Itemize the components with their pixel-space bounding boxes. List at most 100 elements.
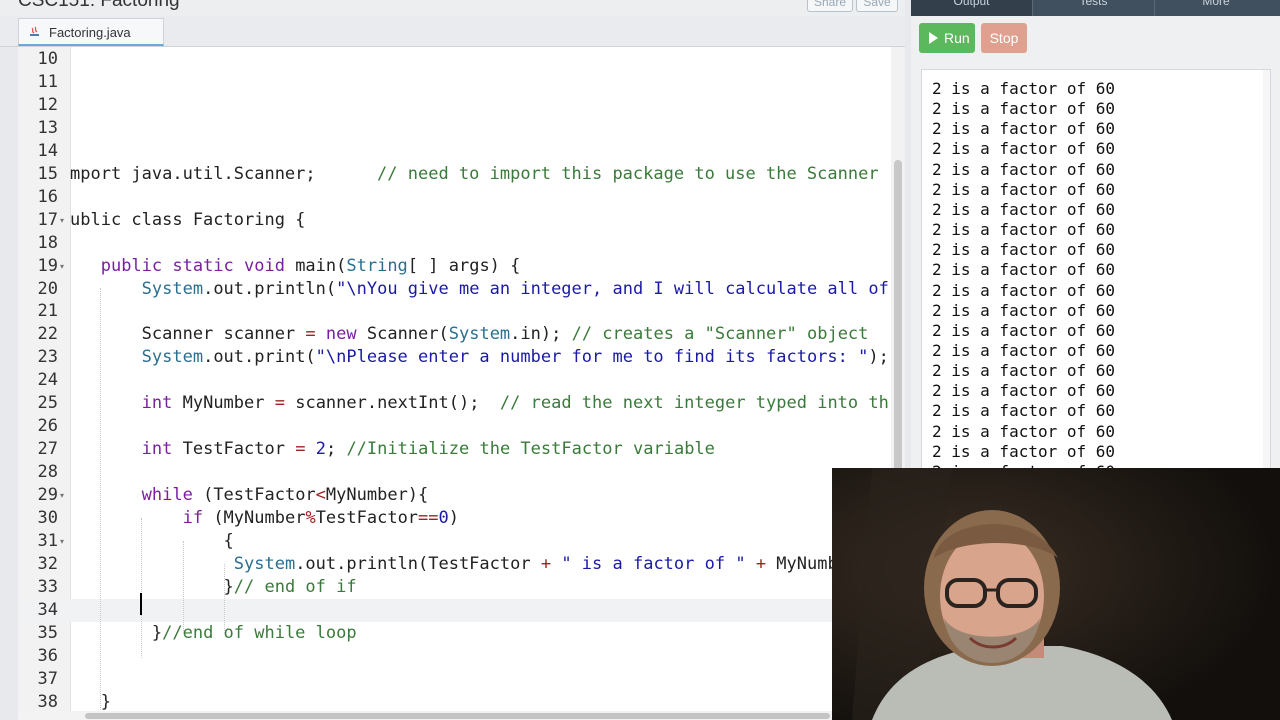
- line-number: 12: [37, 94, 58, 115]
- code-line[interactable]: 22 Scanner scanner = new Scanner(System.…: [18, 323, 891, 346]
- code-token: }: [70, 622, 163, 643]
- code-editor[interactable]: 10 11 12 13 14 15 mport java.util.Scanner; // …: [18, 47, 891, 720]
- vertical-scroll-thumb[interactable]: [894, 160, 902, 490]
- line-number: 15: [37, 163, 58, 184]
- indent-guide: [141, 518, 142, 658]
- code-token: =: [295, 439, 306, 460]
- line-number: 18: [37, 232, 58, 253]
- code-line[interactable]: 24: [18, 369, 891, 392]
- share-button[interactable]: Share: [807, 0, 853, 12]
- code-line[interactable]: 16: [18, 186, 891, 209]
- code-line[interactable]: 10: [18, 48, 891, 71]
- code-line[interactable]: 18: [18, 232, 891, 255]
- code-line[interactable]: 30 if (MyNumber%TestFactor==0): [18, 507, 891, 530]
- code-line[interactable]: 32 System.out.println(TestFactor + " is …: [18, 553, 891, 576]
- tab-output[interactable]: Output: [911, 0, 1033, 16]
- code-token: ;: [325, 439, 347, 460]
- code-line[interactable]: 14: [18, 140, 891, 163]
- code-token: " is a factor of ": [561, 553, 746, 574]
- code-token: (TestFactor: [192, 485, 316, 506]
- code-text: System.out.println("\nYou give me an int…: [70, 278, 889, 301]
- code-line[interactable]: 11: [18, 71, 891, 94]
- output-line: 2 is a factor of 60: [932, 300, 1116, 320]
- output-line: 2 is a factor of 60: [932, 240, 1116, 260]
- code-line[interactable]: 19 ▾ public static void main(String[ ] ar…: [18, 255, 891, 278]
- fold-arrow-icon[interactable]: ▾: [60, 255, 64, 278]
- fold-arrow-icon[interactable]: ▾: [60, 530, 64, 553]
- save-button[interactable]: Save: [856, 0, 898, 12]
- code-token: System: [141, 278, 204, 299]
- code-token: // end of if: [233, 576, 357, 597]
- line-number: 11: [37, 71, 58, 92]
- code-line[interactable]: 27 int TestFactor = 2; //Initialize the …: [18, 438, 891, 461]
- line-number: 24: [37, 370, 58, 391]
- code-line[interactable]: 13: [18, 117, 891, 140]
- line-number: 28: [37, 462, 58, 483]
- code-token: Scanner(: [356, 324, 449, 345]
- code-token: // need to import this package to use th…: [377, 163, 879, 184]
- code-text: System.out.println(TestFactor + " is a f…: [70, 553, 858, 576]
- title-bar: CSC151: Factoring Share Save: [0, 0, 905, 16]
- code-text: Scanner scanner = new Scanner(System.in)…: [70, 323, 869, 346]
- code-text: public static void main(String[ ] args) …: [70, 255, 521, 278]
- code-line[interactable]: 17 ▾ ublic class Factoring {: [18, 209, 891, 232]
- code-line[interactable]: 37: [18, 668, 891, 691]
- code-token: while: [141, 485, 193, 506]
- tab-more[interactable]: More: [1155, 0, 1277, 16]
- indent-guide: [224, 564, 225, 633]
- horizontal-scroll-thumb[interactable]: [85, 713, 830, 719]
- code-line[interactable]: 34: [18, 598, 891, 622]
- code-token: <: [315, 485, 326, 506]
- code-text: }// end of if: [70, 576, 357, 599]
- code-token: //Initialize the TestFactor variable: [346, 439, 715, 460]
- code-line[interactable]: 28: [18, 461, 891, 484]
- play-icon: [929, 32, 938, 44]
- line-number: 35: [37, 622, 58, 643]
- code-token: );: [868, 347, 889, 368]
- output-line: 2 is a factor of 60: [932, 401, 1116, 421]
- code-line[interactable]: 29 ▾ while (TestFactor<MyNumber){: [18, 484, 891, 507]
- code-line[interactable]: 21: [18, 300, 891, 323]
- output-line: 2 is a factor of 60: [932, 421, 1116, 441]
- code-token: int: [141, 439, 173, 460]
- code-line[interactable]: 26: [18, 415, 891, 438]
- output-line: 2 is a factor of 60: [932, 361, 1116, 381]
- code-line[interactable]: 12: [18, 94, 891, 117]
- code-line[interactable]: 31 ▾ {: [18, 530, 891, 553]
- code-token: 2: [315, 439, 326, 460]
- line-number: 22: [37, 324, 58, 345]
- code-line[interactable]: 33 }// end of if: [18, 576, 891, 599]
- output-scrollbar[interactable]: [1263, 70, 1270, 490]
- file-tab-factoring[interactable]: Factoring.java: [18, 18, 164, 46]
- code-line[interactable]: 36: [18, 645, 891, 668]
- code-token: (MyNumber: [203, 508, 306, 528]
- fold-arrow-icon[interactable]: ▾: [60, 209, 64, 232]
- tab-tests[interactable]: Tests: [1033, 0, 1155, 16]
- run-button[interactable]: Run: [919, 23, 975, 53]
- code-line[interactable]: 20 System.out.println("\nYou give me an …: [18, 278, 891, 301]
- code-token: String: [346, 255, 408, 276]
- file-tab-label: Factoring.java: [49, 25, 131, 40]
- code-token: "\nPlease enter a number for me to find …: [315, 347, 869, 368]
- code-line[interactable]: 25 int MyNumber = scanner.nextInt(); // …: [18, 392, 891, 415]
- code-line[interactable]: 35 }//end of while loop: [18, 622, 891, 645]
- line-number: 10: [37, 49, 58, 69]
- code-text: if (MyNumber%TestFactor==0): [70, 507, 459, 530]
- java-file-icon: [30, 26, 39, 36]
- code-token: {: [70, 530, 234, 551]
- output-line: 2 is a factor of 60: [932, 280, 1116, 300]
- console-output[interactable]: 2 is a factor of 60 2 is a factor of 60 2 …: [921, 69, 1271, 491]
- code-line[interactable]: 15 mport java.util.Scanner; // need to im…: [18, 163, 891, 186]
- code-line[interactable]: 23 System.out.print("\nPlease enter a nu…: [18, 346, 891, 369]
- fold-arrow-icon[interactable]: ▾: [60, 484, 64, 507]
- stop-button[interactable]: Stop: [981, 23, 1027, 53]
- indent-guide: [100, 288, 101, 720]
- line-number: 26: [37, 416, 58, 437]
- code-token: 0: [438, 508, 449, 528]
- line-number: 25: [37, 393, 58, 414]
